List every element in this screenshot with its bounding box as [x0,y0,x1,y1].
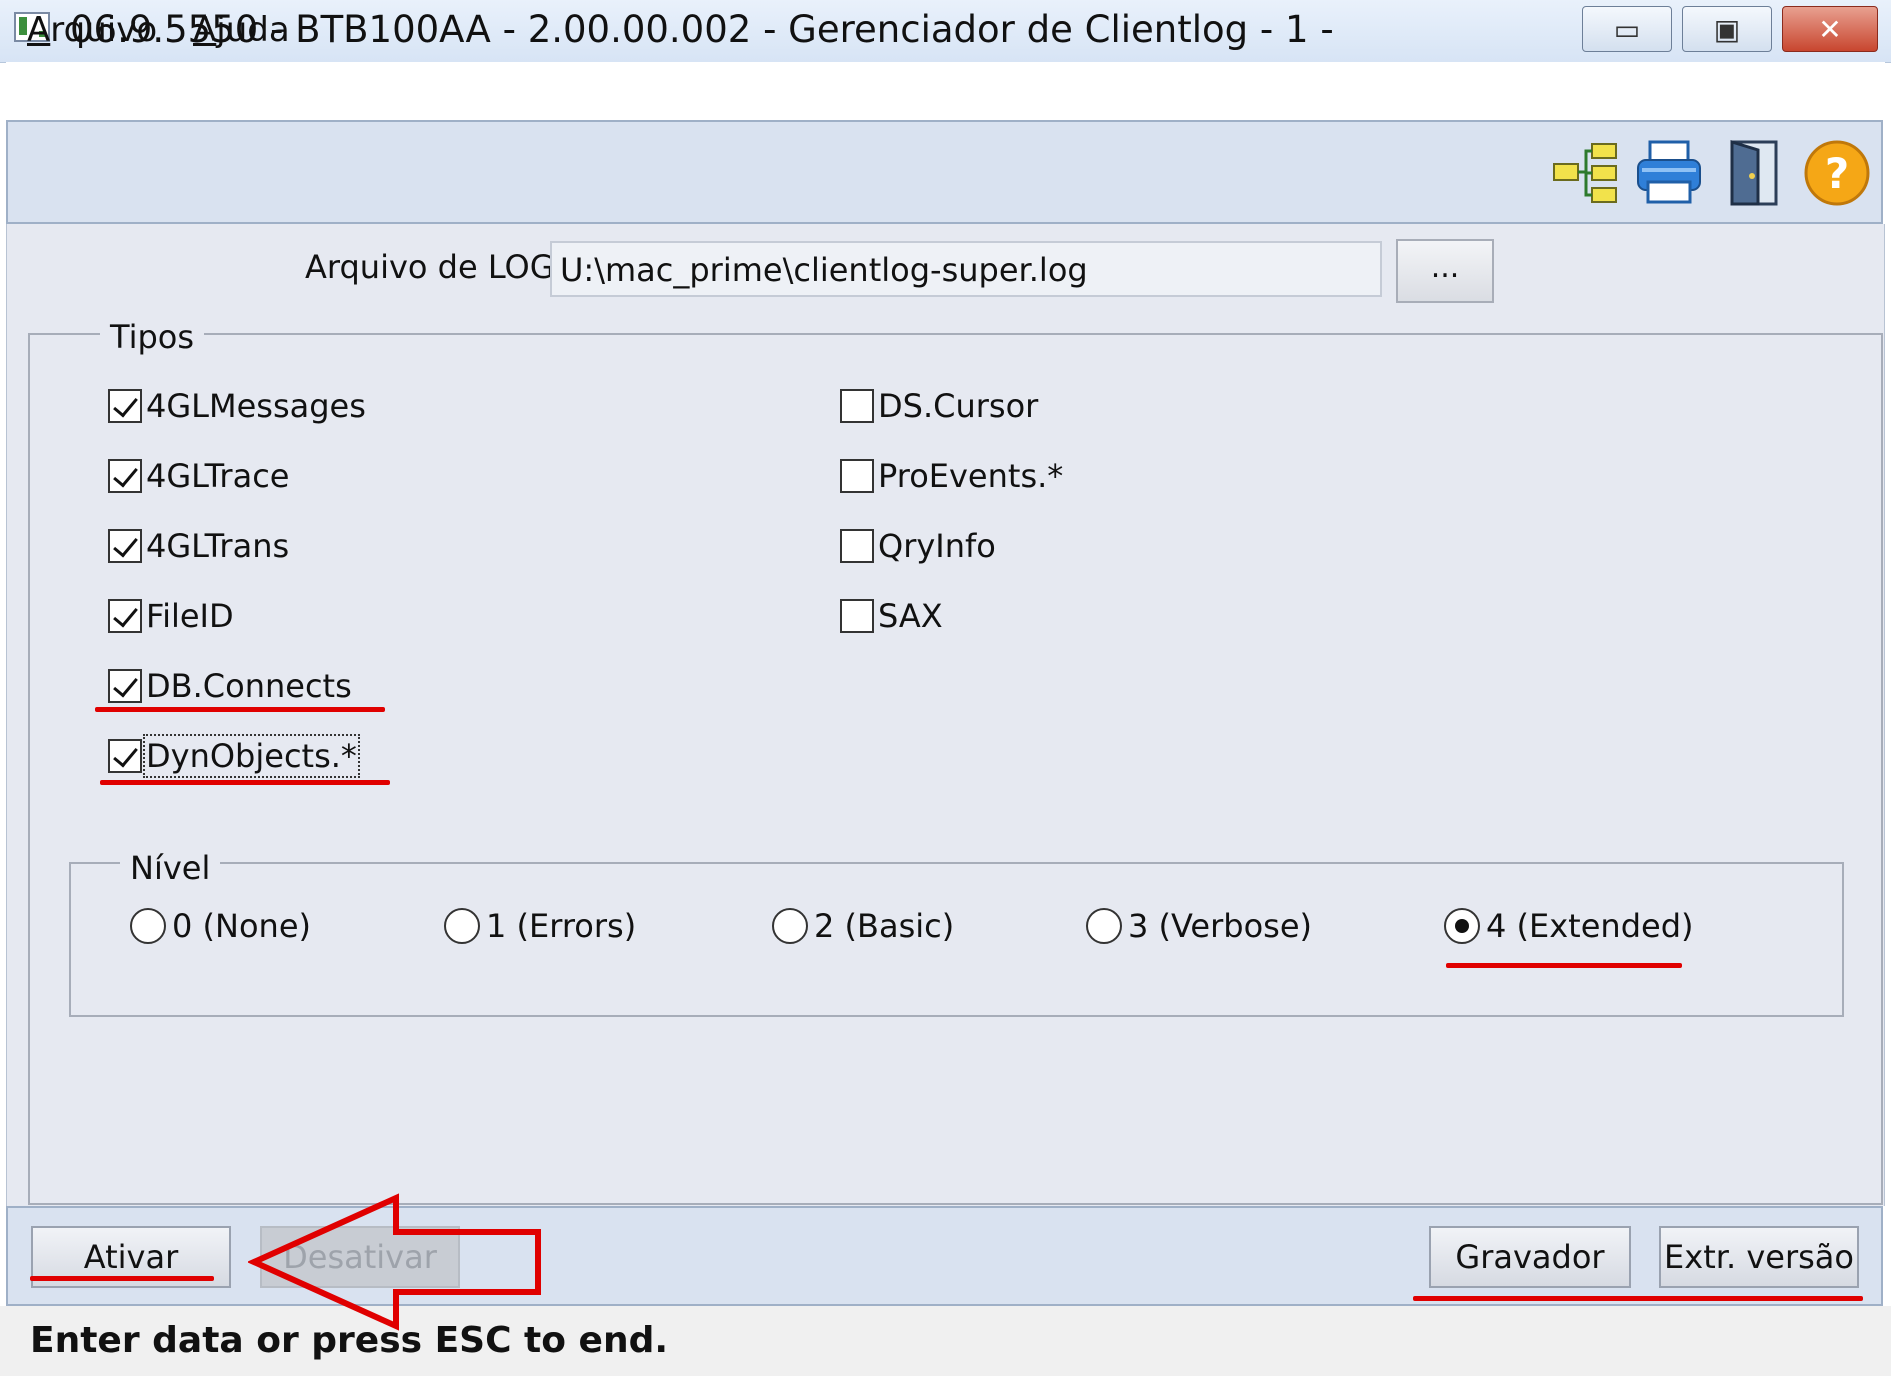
checkbox-box[interactable] [108,459,142,493]
checkbox-label: 4GLTrace [146,457,290,495]
radio-circle[interactable] [130,908,166,944]
checkbox-label: FileID [146,597,234,635]
checkbox-label: SAX [878,597,943,635]
checkbox-qryinfo[interactable]: QryInfo [840,527,996,565]
checkbox-box[interactable] [108,599,142,633]
menu-ajuda[interactable]: Ajuda [193,10,290,50]
annotation-underline-dynobjects [100,780,390,785]
printer-icon[interactable] [1634,138,1704,208]
radio-level-3[interactable]: 3 (Verbose) [1086,907,1312,945]
tree-structure-icon[interactable] [1550,138,1620,208]
checkbox-label: 4GLMessages [146,387,366,425]
menu-arquivo-mnemonic: A [27,10,51,50]
annotation-underline-db-connects [95,707,385,712]
checkbox-label: DB.Connects [146,667,352,705]
checkbox-box[interactable] [108,389,142,423]
radio-label: 3 (Verbose) [1128,907,1312,945]
checkbox-4gltrace[interactable]: 4GLTrace [108,457,289,495]
log-file-input[interactable]: U:\mac_prime\clientlog-super.log [550,241,1382,297]
checkbox-label: DynObjects.* [143,734,360,778]
annotation-underline-extended [1446,963,1682,968]
radio-level-4[interactable]: 4 (Extended) [1444,907,1693,945]
checkbox-label: DS.Cursor [878,387,1039,425]
log-file-label: Arquivo de LOG: [305,248,566,286]
help-glyph: ? [1825,149,1849,198]
annotation-arrow-icon [248,1193,541,1331]
extr-versao-button[interactable]: Extr. versão [1659,1226,1859,1288]
checkbox-box[interactable] [840,389,874,423]
maximize-icon: ▣ [1713,12,1741,46]
radio-level-0[interactable]: 0 (None) [130,907,311,945]
radio-circle[interactable] [772,908,808,944]
checkbox-label: QryInfo [878,527,996,565]
browse-button[interactable]: ... [1396,239,1494,303]
exit-door-icon[interactable] [1718,138,1788,208]
annotation-underline-buttons [1413,1296,1863,1301]
close-button[interactable]: ✕ [1782,6,1878,52]
radio-level-2[interactable]: 2 (Basic) [772,907,954,945]
checkbox-4glmessages[interactable]: 4GLMessages [108,387,366,425]
checkbox-dynobjects[interactable]: DynObjects.* [108,734,360,778]
minimize-icon: ▭ [1613,12,1641,46]
menu-arquivo[interactable]: Arquivo [27,10,157,50]
checkbox-box[interactable] [108,669,142,703]
menu-bar [6,62,1885,120]
checkbox-db-connects[interactable]: DB.Connects [108,667,352,705]
radio-circle[interactable] [444,908,480,944]
radio-level-1[interactable]: 1 (Errors) [444,907,636,945]
checkbox-box[interactable] [108,739,142,773]
checkbox-label: ProEvents.* [878,457,1064,495]
menu-ajuda-mnemonic: A [193,10,217,50]
close-icon: ✕ [1818,12,1842,46]
annotation-underline-ativar [30,1276,214,1281]
nivel-group-title: Nível [120,849,221,887]
checkbox-box[interactable] [840,599,874,633]
checkbox-fileid[interactable]: FileID [108,597,234,635]
radio-circle[interactable] [1444,908,1480,944]
checkbox-box[interactable] [108,529,142,563]
gravador-button[interactable]: Gravador [1429,1226,1631,1288]
radio-label: 1 (Errors) [486,907,637,945]
radio-label: 0 (None) [172,907,311,945]
menu-arquivo-label: rquivo [50,10,158,50]
checkbox-label: 4GLTrans [146,527,290,565]
help-icon[interactable]: ? [1802,138,1872,208]
checkbox-ds-cursor[interactable]: DS.Cursor [840,387,1038,425]
tipos-group-title: Tipos [100,318,205,356]
radio-label: 4 (Extended) [1486,907,1694,945]
checkbox-sax[interactable]: SAX [840,597,943,635]
radio-circle[interactable] [1086,908,1122,944]
maximize-button[interactable]: ▣ [1682,6,1772,52]
checkbox-4gltrans[interactable]: 4GLTrans [108,527,289,565]
checkbox-proevents[interactable]: ProEvents.* [840,457,1063,495]
checkbox-box[interactable] [840,529,874,563]
checkbox-box[interactable] [840,459,874,493]
radio-label: 2 (Basic) [814,907,955,945]
menu-ajuda-label: juda [216,10,290,50]
minimize-button[interactable]: ▭ [1582,6,1672,52]
